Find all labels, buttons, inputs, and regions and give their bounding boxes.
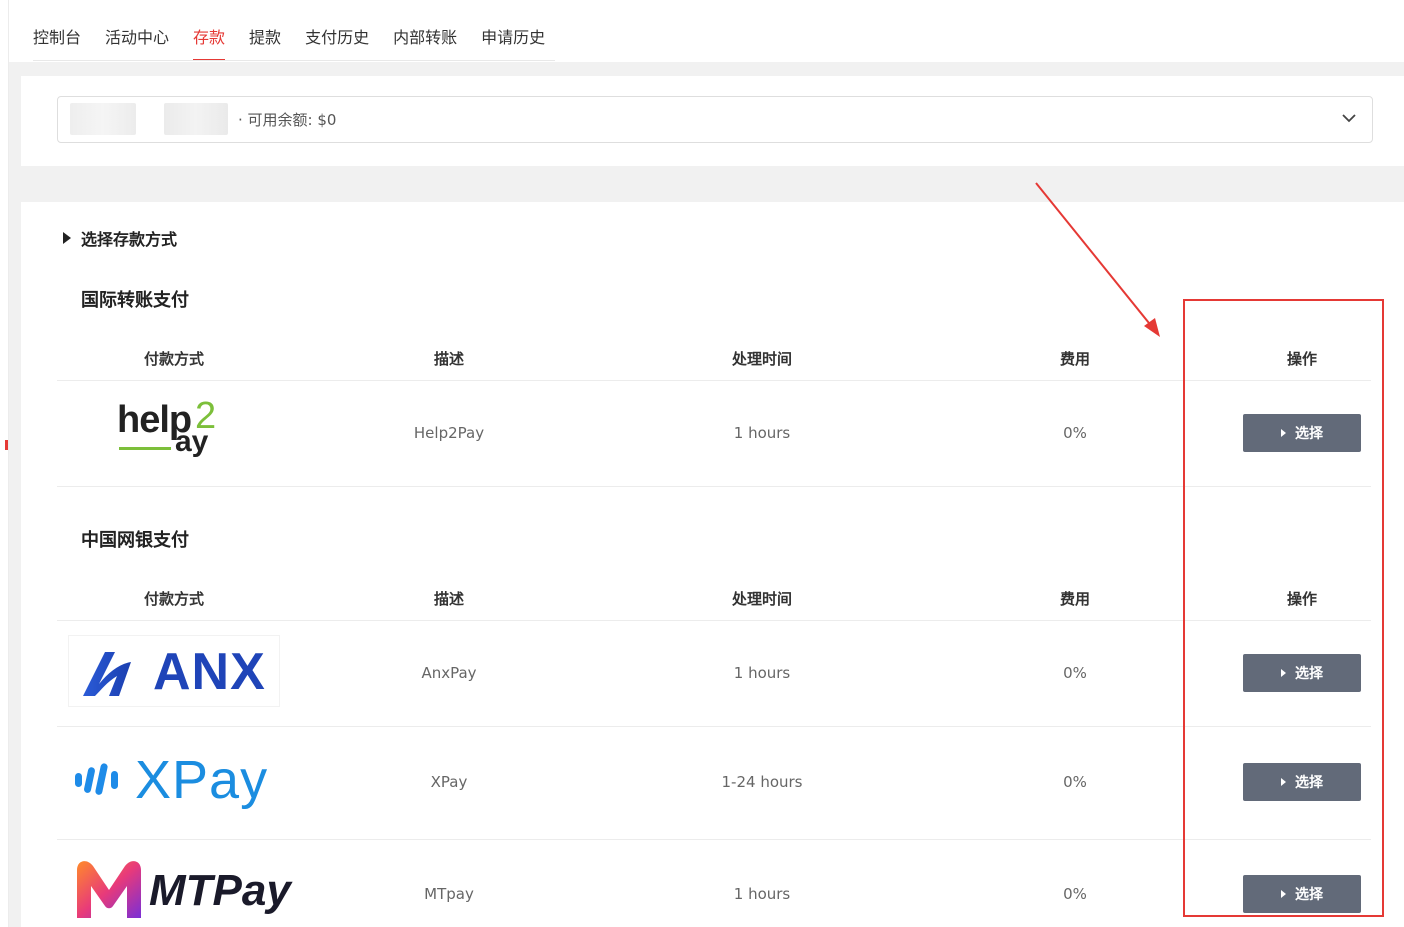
fee: 0% — [1063, 885, 1087, 903]
payment-method-toggle[interactable]: 选择存款方式 — [63, 226, 177, 250]
anx-logo: ANX — [68, 635, 280, 707]
tab-internal-transfer[interactable]: 内部转账 — [393, 24, 457, 60]
available-balance: · 可用余额: $0 — [238, 111, 337, 129]
processing-time: 1 hours — [733, 424, 791, 442]
table-row: ANX AnxPay 1 hours 0% 选择 — [57, 621, 1371, 727]
fee: 0% — [1063, 424, 1087, 442]
description: AnxPay — [421, 664, 477, 682]
processing-time: 1-24 hours — [721, 773, 803, 791]
redacted-account-part — [164, 103, 228, 135]
column-header-method: 付款方式 — [143, 350, 205, 368]
description: XPay — [430, 773, 468, 791]
column-header-fee: 费用 — [1059, 350, 1091, 368]
annotation-highlight-box — [1183, 299, 1384, 917]
fee: 0% — [1063, 773, 1087, 791]
group-title-china-bank: 中国网银支付 — [81, 530, 189, 551]
anx-mark-icon — [83, 652, 131, 696]
table-header: 付款方式 描述 处理时间 费用 操作 — [57, 574, 1371, 621]
left-border — [0, 0, 9, 927]
column-header-description: 描述 — [433, 590, 465, 608]
tabs-divider — [33, 60, 555, 61]
tab-deposit[interactable]: 存款 — [193, 24, 226, 61]
table-row: MTPay MTpay 1 hours 0% 选择 — [57, 840, 1371, 927]
description: MTpay — [424, 885, 474, 903]
mtpay-logo: MTPay — [71, 856, 291, 924]
tab-payment-history[interactable]: 支付历史 — [305, 24, 369, 60]
chevron-down-icon[interactable] — [1340, 109, 1358, 127]
account-select[interactable]: · 可用余额: $0 — [57, 96, 1373, 143]
description: Help2Pay — [413, 424, 485, 442]
section-title: 选择存款方式 — [81, 230, 178, 249]
xpay-wave-icon — [75, 763, 118, 795]
tab-withdraw[interactable]: 提款 — [249, 24, 281, 60]
group-title-international: 国际转账支付 — [81, 290, 189, 311]
table-header: 付款方式 描述 处理时间 费用 操作 — [57, 334, 1371, 381]
caret-right-icon — [63, 232, 71, 244]
help2pay-logo: help 2 ay — [117, 395, 217, 458]
redacted-account-part — [70, 103, 136, 135]
mtpay-mark-icon — [77, 861, 141, 918]
column-header-method: 付款方式 — [143, 590, 205, 608]
column-header-description: 描述 — [433, 350, 465, 368]
table-row: help 2 ay Help2Pay 1 hours 0% 选择 — [57, 381, 1371, 487]
tab-dashboard[interactable]: 控制台 — [33, 24, 81, 60]
xpay-logo: XPay — [73, 745, 279, 815]
processing-time: 1 hours — [733, 885, 791, 903]
column-header-time: 处理时间 — [731, 350, 793, 368]
tab-events[interactable]: 活动中心 — [105, 24, 169, 60]
column-header-fee: 费用 — [1059, 590, 1091, 608]
table-row: XPay XPay 1-24 hours 0% 选择 — [57, 727, 1371, 840]
fee: 0% — [1063, 664, 1087, 682]
nav-tabs: 控制台 活动中心 存款 提款 支付历史 内部转账 申请历史 — [33, 24, 545, 62]
processing-time: 1 hours — [733, 664, 791, 682]
tab-application-history[interactable]: 申请历史 — [481, 24, 545, 60]
left-marker — [5, 440, 8, 450]
column-header-time: 处理时间 — [731, 590, 793, 608]
